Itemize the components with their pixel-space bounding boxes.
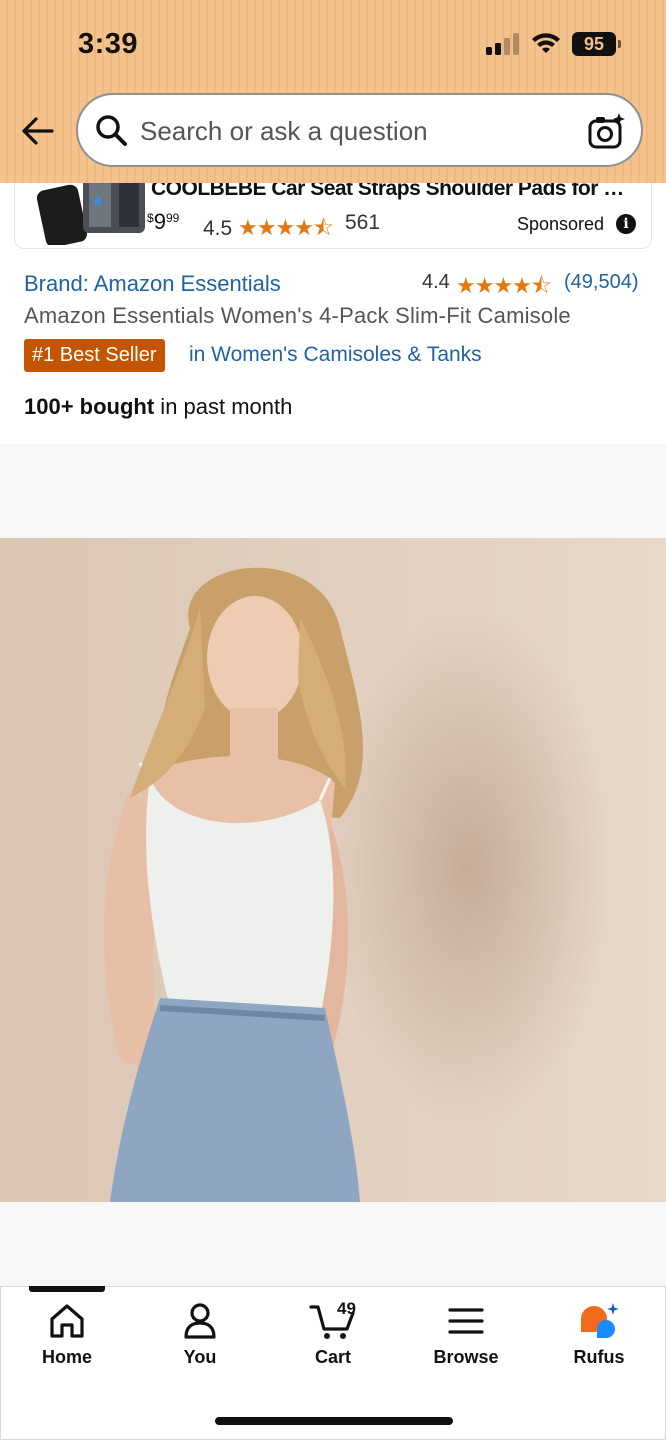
- tab-browse-label: Browse: [433, 1347, 499, 1367]
- menu-icon: [448, 1308, 484, 1334]
- product-image[interactable]: [0, 538, 666, 1202]
- battery-icon: 95: [572, 32, 616, 56]
- tab-rufus-label: Rufus: [573, 1347, 625, 1367]
- best-seller-badge: #1 Best Seller: [24, 339, 165, 372]
- cart-count-badge: 49: [337, 1299, 356, 1318]
- back-arrow-icon[interactable]: [20, 113, 56, 149]
- tab-browse[interactable]: Browse: [406, 1301, 526, 1381]
- battery-tip: [618, 40, 621, 48]
- ad-price: $999: [147, 209, 180, 234]
- wifi-icon: [532, 33, 560, 53]
- tab-you-label: You: [183, 1347, 217, 1367]
- ad-stars: ★★★★⯪: [238, 215, 334, 240]
- app-header: 3:39 95: [0, 0, 666, 183]
- home-icon: [50, 1304, 84, 1338]
- search-icon: [96, 115, 127, 146]
- status-time: 3:39: [78, 28, 139, 60]
- product-title: Amazon Essentials Women's 4-Pack Slim-Fi…: [24, 303, 571, 328]
- product-review-count[interactable]: (49,504): [564, 271, 639, 294]
- active-tab-indicator: [29, 1286, 105, 1292]
- product-stars[interactable]: ★★★★⯪: [456, 269, 552, 307]
- home-indicator: [215, 1417, 453, 1425]
- tab-home-label: Home: [41, 1347, 92, 1367]
- tab-you[interactable]: You: [140, 1301, 260, 1381]
- rufus-icon: [581, 1303, 619, 1338]
- ad-title[interactable]: COOLBEBE Car Seat Straps Shoulder Pads f…: [151, 183, 631, 201]
- search-bar[interactable]: [76, 93, 643, 167]
- tab-cart[interactable]: 49 Cart: [273, 1299, 393, 1381]
- tab-rufus[interactable]: Rufus: [539, 1301, 659, 1381]
- ad-product-thumbnail: [36, 183, 145, 245]
- cellular-signal-icon: [486, 33, 520, 55]
- camera-lens-icon[interactable]: [587, 111, 627, 151]
- ad-rating: 4.5 ★★★★⯪: [203, 215, 334, 240]
- sponsored-ad-card[interactable]: COOLBEBE Car Seat Straps Shoulder Pads f…: [14, 183, 652, 249]
- tab-cart-label: Cart: [314, 1347, 351, 1367]
- ad-review-count: 561: [345, 211, 381, 234]
- tab-home[interactable]: Home: [7, 1301, 127, 1381]
- product-rating-value: 4.4: [422, 271, 450, 293]
- person-icon: [184, 1303, 216, 1339]
- bottom-tab-bar: Home You 49 Cart Browse Rufus: [0, 1286, 666, 1440]
- search-input[interactable]: [140, 111, 560, 151]
- info-icon[interactable]: i: [616, 214, 636, 234]
- sponsored-label: Sponsored: [517, 214, 605, 234]
- category-link[interactable]: in Women's Camisoles & Tanks: [189, 343, 482, 367]
- bought-count: 100+ bought in past month: [24, 394, 293, 419]
- brand-link[interactable]: Brand: Amazon Essentials: [24, 271, 281, 297]
